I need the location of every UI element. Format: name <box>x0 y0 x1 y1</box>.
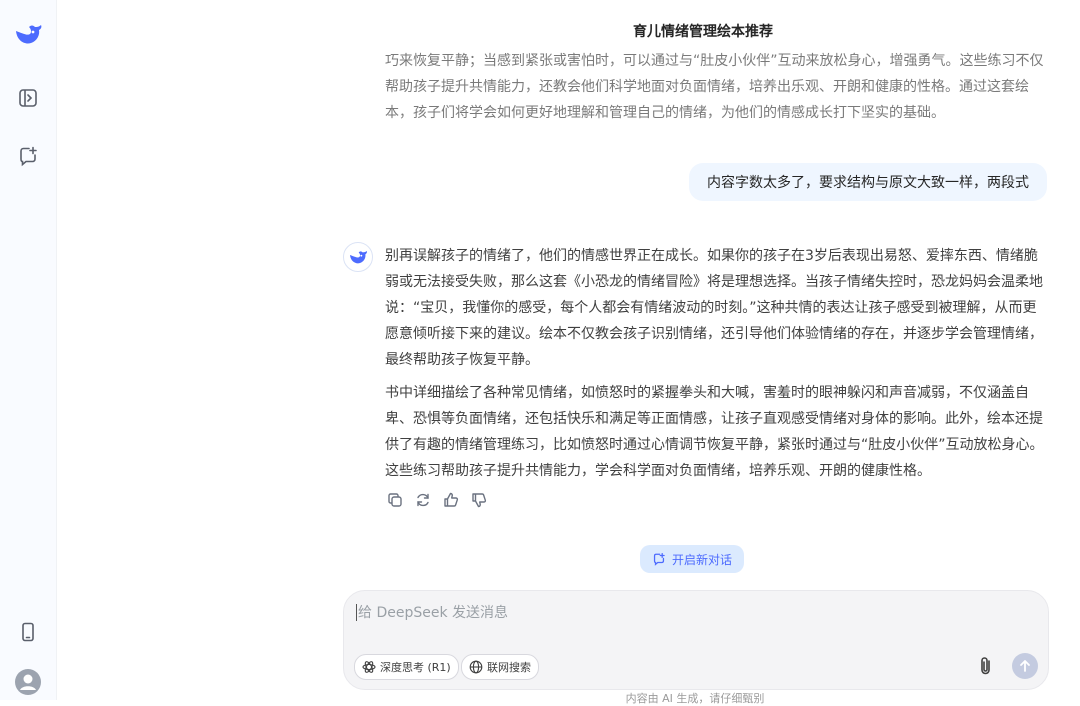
new-chat-label: 开启新对话 <box>672 552 733 567</box>
deep-think-toggle[interactable]: 深度思考 (R1) <box>354 654 459 680</box>
attach-file-icon[interactable] <box>974 654 998 678</box>
user-message-text: 内容字数太多了，要求结构与原文大致一样，两段式 <box>707 175 1029 191</box>
new-chat-small-icon <box>653 552 665 566</box>
previous-assistant-message-tail: 巧来恢复平静；当感到紧张或害怕时，可以通过与“肚皮小伙伴”互动来放松身心，增强勇… <box>385 53 1044 121</box>
user-message-bubble: 内容字数太多了，要求结构与原文大致一样，两段式 <box>689 163 1047 201</box>
mobile-app-icon[interactable] <box>12 616 44 648</box>
regenerate-icon[interactable] <box>413 490 433 510</box>
thumbs-down-icon[interactable] <box>469 490 489 510</box>
thumbs-up-icon[interactable] <box>441 490 461 510</box>
assistant-avatar-icon <box>343 242 373 272</box>
assistant-paragraph-1: 别再误解孩子的情绪了，他们的情感世界正在成长。如果你的孩子在3岁后表现出易怒、爱… <box>385 248 1043 368</box>
message-composer: 深度思考 (R1) 联网搜索 <box>343 590 1049 690</box>
message-input[interactable] <box>356 601 960 625</box>
send-button[interactable] <box>1012 653 1038 679</box>
chat-area: 巧来恢复平静；当感到紧张或害怕时，可以通过与“肚皮小伙伴”互动来放松身心，增强勇… <box>56 0 1080 705</box>
toggle-sidebar-icon[interactable] <box>12 82 44 114</box>
arrow-up-icon <box>1020 660 1030 672</box>
new-chat-button[interactable]: 开启新对话 <box>640 545 745 573</box>
copy-icon[interactable] <box>385 490 405 510</box>
deep-think-label: 深度思考 (R1) <box>380 661 451 674</box>
atom-icon <box>362 661 376 673</box>
globe-icon <box>469 660 483 674</box>
message-actions <box>385 490 489 510</box>
sidebar <box>0 0 57 700</box>
new-chat-icon[interactable] <box>12 140 44 172</box>
text-caret <box>356 604 357 621</box>
user-avatar-icon[interactable] <box>12 666 44 698</box>
deepseek-logo-icon[interactable] <box>12 18 44 50</box>
ai-disclaimer: 内容由 AI 生成，请仔细甄别 <box>625 692 765 705</box>
assistant-paragraph-2: 书中详细描绘了各种常见情绪，如愤怒时的紧握拳头和大喊，害羞时的眼神躲闪和声音减弱… <box>385 385 1044 479</box>
web-search-label: 联网搜索 <box>487 661 531 674</box>
web-search-toggle[interactable]: 联网搜索 <box>461 654 539 680</box>
